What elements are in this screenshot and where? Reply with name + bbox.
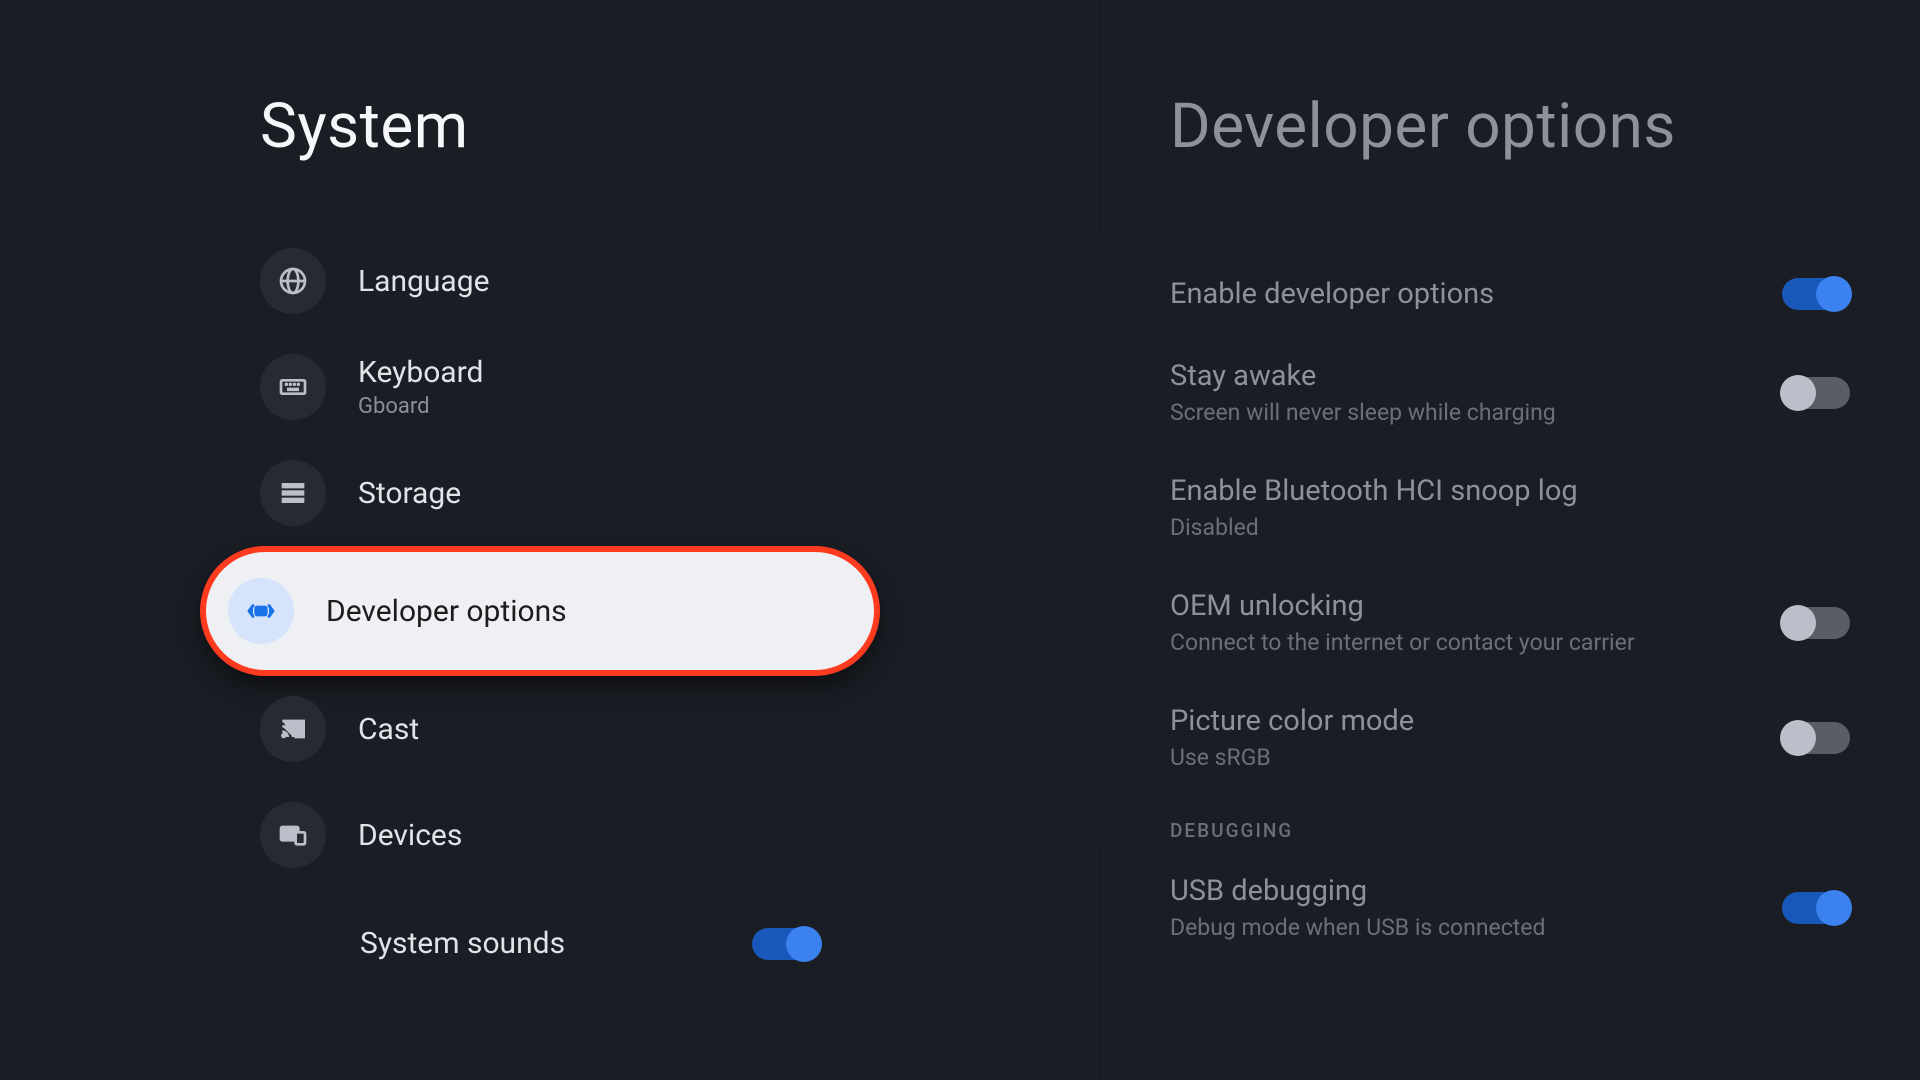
- sidebar-item-keyboard[interactable]: Keyboard Gboard: [0, 334, 1100, 440]
- globe-icon: [260, 248, 326, 314]
- option-enable-developer-options[interactable]: Enable developer options: [1170, 253, 1850, 335]
- picture-color-mode-toggle[interactable]: [1782, 722, 1850, 754]
- sidebar-item-cast[interactable]: Cast: [0, 676, 1100, 782]
- sidebar-item-sublabel: Gboard: [358, 394, 483, 419]
- page-title-left: System: [260, 90, 1100, 163]
- option-sub: Connect to the internet or contact your …: [1170, 629, 1782, 656]
- devices-icon: [260, 802, 326, 868]
- option-title: Stay awake: [1170, 359, 1782, 393]
- sidebar-item-storage[interactable]: Storage: [0, 440, 1100, 546]
- system-sounds-label: System sounds: [360, 926, 752, 961]
- sidebar-item-developer-options[interactable]: Developer options: [200, 546, 880, 676]
- option-sub: Screen will never sleep while charging: [1170, 399, 1782, 426]
- option-title: OEM unlocking: [1170, 589, 1782, 623]
- sidebar-item-label: Developer options: [326, 594, 567, 629]
- option-sub: Debug mode when USB is connected: [1170, 914, 1782, 941]
- sidebar-item-devices[interactable]: Devices: [0, 782, 1100, 888]
- option-sub: Use sRGB: [1170, 744, 1782, 771]
- enable-developer-options-toggle[interactable]: [1782, 278, 1850, 310]
- keyboard-icon: [260, 354, 326, 420]
- storage-icon: [260, 460, 326, 526]
- option-usb-debugging[interactable]: USB debugging Debug mode when USB is con…: [1170, 850, 1850, 965]
- developer-options-list: Enable developer options Stay awake Scre…: [1100, 253, 1920, 965]
- option-picture-color-mode[interactable]: Picture color mode Use sRGB: [1170, 680, 1850, 795]
- oem-unlocking-toggle[interactable]: [1782, 607, 1850, 639]
- option-bluetooth-hci-snoop[interactable]: Enable Bluetooth HCI snoop log Disabled: [1170, 450, 1850, 565]
- sidebar-item-label: Cast: [358, 712, 419, 747]
- sidebar-item-language[interactable]: Language: [0, 228, 1100, 334]
- option-stay-awake[interactable]: Stay awake Screen will never sleep while…: [1170, 335, 1850, 450]
- sidebar-item-label: Devices: [358, 818, 462, 853]
- option-title: USB debugging: [1170, 874, 1782, 908]
- sidebar-item-label: Keyboard: [358, 355, 483, 390]
- system-sounds-row[interactable]: System sounds: [0, 926, 1100, 961]
- system-sounds-toggle[interactable]: [752, 928, 820, 960]
- stay-awake-toggle[interactable]: [1782, 377, 1850, 409]
- section-header-debugging: DEBUGGING: [1170, 795, 1850, 850]
- sidebar-item-label: Language: [358, 264, 490, 299]
- option-sub: Disabled: [1170, 514, 1850, 541]
- developer-options-icon: [228, 578, 294, 644]
- page-title-right: Developer options: [1170, 90, 1920, 163]
- option-title: Enable Bluetooth HCI snoop log: [1170, 474, 1850, 508]
- cast-icon: [260, 696, 326, 762]
- sidebar: Language Keyboard Gboard Storage: [0, 228, 1100, 961]
- option-title: Picture color mode: [1170, 704, 1782, 738]
- sidebar-item-label: Storage: [358, 476, 461, 511]
- option-title: Enable developer options: [1170, 277, 1782, 311]
- option-oem-unlocking[interactable]: OEM unlocking Connect to the internet or…: [1170, 565, 1850, 680]
- usb-debugging-toggle[interactable]: [1782, 892, 1850, 924]
